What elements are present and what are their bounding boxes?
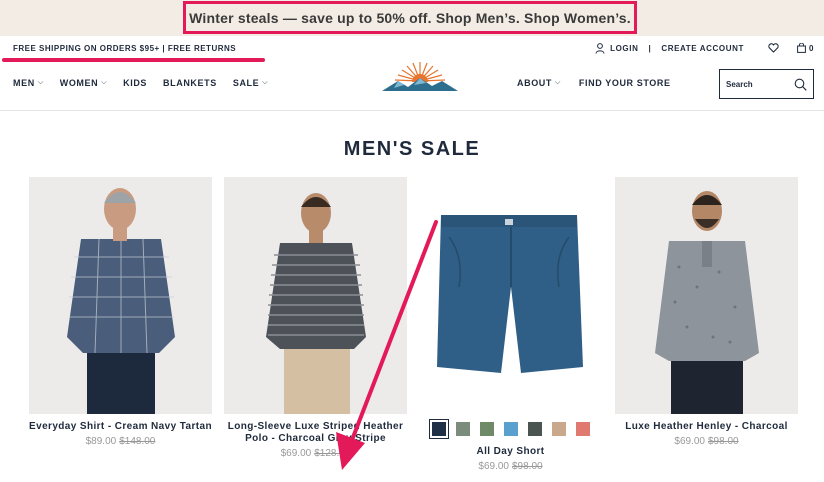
- nav-find-store-label: FIND YOUR STORE: [578, 78, 671, 88]
- nav-about[interactable]: ABOUT ⌵: [517, 78, 561, 88]
- sale-price: $69.00: [478, 461, 509, 472]
- heart-icon[interactable]: [768, 43, 779, 53]
- product-card[interactable]: Long-Sleeve Luxe Striped Heather Polo - …: [224, 177, 407, 459]
- color-swatch[interactable]: [574, 421, 591, 437]
- create-account-link[interactable]: CREATE ACCOUNT: [661, 44, 744, 53]
- annotation-underline: [2, 58, 265, 62]
- page-title: MEN'S SALE: [343, 138, 481, 160]
- bag-icon: [797, 43, 806, 53]
- nav-women[interactable]: WOMEN ⌵: [60, 78, 107, 88]
- original-price: $128.00: [314, 448, 351, 459]
- product-card[interactable]: All Day Short $69.00 $98.00: [419, 177, 602, 472]
- original-price: $98.00: [708, 436, 739, 447]
- nav-kids-label: KIDS: [123, 78, 148, 88]
- original-price: $148.00: [119, 436, 156, 447]
- color-swatch[interactable]: [454, 421, 471, 437]
- color-swatch[interactable]: [502, 421, 519, 437]
- product-price: $69.00 $98.00: [419, 461, 602, 472]
- search-input[interactable]: [726, 79, 786, 89]
- bag-count: 0: [808, 43, 814, 53]
- sale-price: $69.00: [280, 448, 312, 459]
- product-price: $69.00 $128.00: [224, 448, 407, 459]
- promo-banner: Winter steals — save up to 50% off. Shop…: [0, 0, 824, 36]
- original-price: $98.00: [512, 461, 543, 472]
- nav-sale-label: SALE: [232, 78, 260, 88]
- product-card[interactable]: Everyday Shirt - Cream Navy Tartan $89.0…: [29, 177, 212, 447]
- main-nav-right: ABOUT ⌵ FIND YOUR STORE: [517, 78, 671, 88]
- bag-button[interactable]: 0: [797, 43, 814, 53]
- color-swatch[interactable]: [550, 421, 567, 437]
- sale-price: $69.00: [674, 436, 705, 447]
- nav-women-label: WOMEN: [59, 78, 99, 88]
- search-icon[interactable]: [794, 78, 807, 91]
- product-name[interactable]: Long-Sleeve Luxe Striped Heather Polo - …: [224, 421, 407, 445]
- chevron-down-icon: ⌵: [555, 79, 561, 86]
- brand-logo[interactable]: [380, 59, 460, 93]
- nav-men-label: MEN: [13, 78, 35, 88]
- login-link[interactable]: LOGIN: [595, 42, 639, 54]
- product-name[interactable]: Everyday Shirt - Cream Navy Tartan: [29, 421, 212, 433]
- nav-find-store[interactable]: FIND YOUR STORE: [579, 78, 671, 88]
- main-nav-left: MEN ⌵ WOMEN ⌵ KIDS BLANKETS SALE ⌵: [13, 78, 268, 88]
- user-icon: [595, 42, 605, 54]
- product-name[interactable]: All Day Short: [419, 446, 602, 458]
- product-price: $69.00 $98.00: [615, 436, 798, 447]
- nav-blankets-label: BLANKETS: [163, 78, 217, 88]
- color-swatch[interactable]: [478, 421, 495, 437]
- nav-about-label: ABOUT: [517, 78, 552, 88]
- product-price: $89.00 $148.00: [29, 436, 212, 447]
- shipping-notice: FREE SHIPPING ON ORDERS $95+ | FREE RETU…: [13, 44, 237, 53]
- nav-blankets[interactable]: BLANKETS: [163, 78, 217, 88]
- utility-separator: |: [648, 43, 652, 53]
- product-image[interactable]: [224, 177, 407, 414]
- color-swatch[interactable]: [526, 421, 543, 437]
- sale-price: $89.00: [85, 436, 117, 447]
- chevron-down-icon: ⌵: [37, 79, 44, 86]
- chevron-down-icon: ⌵: [101, 79, 108, 86]
- chevron-down-icon: ⌵: [262, 79, 269, 86]
- product-image[interactable]: [419, 177, 602, 414]
- utility-links: LOGIN | CREATE ACCOUNT 0: [595, 40, 814, 56]
- product-image[interactable]: [615, 177, 798, 414]
- product-card[interactable]: Luxe Heather Henley - Charcoal $69.00 $98…: [615, 177, 798, 447]
- color-swatch[interactable]: [428, 419, 449, 439]
- nav-kids[interactable]: KIDS: [123, 78, 147, 88]
- nav-men[interactable]: MEN ⌵: [13, 78, 44, 88]
- search-box[interactable]: [719, 69, 814, 99]
- color-swatches: [419, 419, 602, 439]
- nav-sale[interactable]: SALE ⌵: [233, 78, 268, 88]
- product-name[interactable]: Luxe Heather Henley - Charcoal: [615, 421, 798, 433]
- header-divider: [0, 110, 824, 111]
- promo-text[interactable]: Winter steals — save up to 50% off. Shop…: [183, 1, 637, 34]
- login-label: LOGIN: [610, 43, 639, 53]
- product-image[interactable]: [29, 177, 212, 414]
